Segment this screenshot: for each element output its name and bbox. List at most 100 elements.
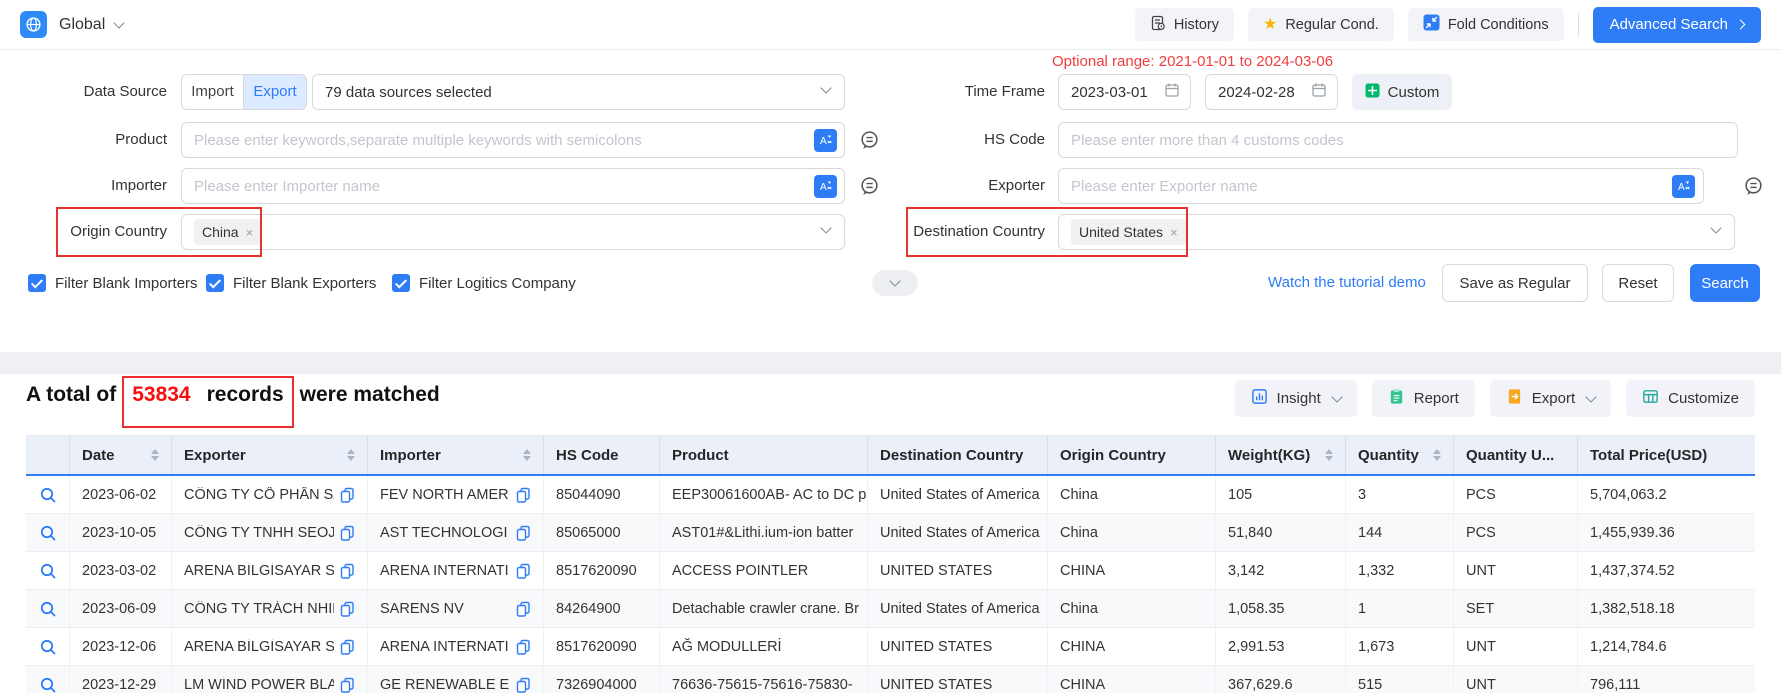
copy-icon[interactable] xyxy=(516,639,531,655)
app-window: Global History ★ Regular Cond. Fold Cond… xyxy=(0,0,1781,693)
sort-icon[interactable] xyxy=(1317,449,1333,461)
view-detail-icon[interactable] xyxy=(39,676,57,693)
copy-icon[interactable] xyxy=(516,487,531,503)
filter-logitics-company-checkbox[interactable]: Filter Logitics Company xyxy=(392,262,576,304)
insight-icon xyxy=(1251,388,1268,409)
sort-icon[interactable] xyxy=(143,449,159,461)
header-exporter[interactable]: Exporter xyxy=(172,436,368,474)
view-detail-icon[interactable] xyxy=(39,524,57,542)
region-selector[interactable]: Global xyxy=(59,16,123,34)
close-icon[interactable]: × xyxy=(1170,225,1178,240)
origin-country-select[interactable]: China × xyxy=(181,214,845,250)
copy-icon[interactable] xyxy=(340,601,355,617)
search-button[interactable]: Search xyxy=(1690,264,1760,302)
copy-icon[interactable] xyxy=(340,525,355,541)
table-header: Date Exporter Importer HS Code Product D… xyxy=(26,436,1755,476)
globe-icon xyxy=(20,11,47,38)
copy-icon[interactable] xyxy=(340,677,355,693)
exporter-input[interactable] xyxy=(1058,168,1704,204)
import-tab[interactable]: Import xyxy=(182,75,244,109)
country-tag: China × xyxy=(194,219,261,245)
collapse-form-toggle[interactable] xyxy=(872,270,918,296)
regular-cond-button[interactable]: ★ Regular Cond. xyxy=(1248,8,1394,41)
cell-exporter: CÔNG TY TRÁCH NHIÊ xyxy=(172,590,368,627)
copy-icon[interactable] xyxy=(516,677,531,693)
translate-icon[interactable]: A xyxy=(814,175,837,198)
table-row[interactable]: 2023-12-29 LM WİND POWER BLA GE RENEWABL… xyxy=(26,666,1755,693)
table-row[interactable]: 2023-12-06 ARENA BİLGİSAYAR S ARENA INTE… xyxy=(26,628,1755,666)
header-weight[interactable]: Weight(KG) xyxy=(1216,436,1346,474)
export-tab[interactable]: Export xyxy=(244,75,306,109)
copy-icon[interactable] xyxy=(340,487,355,503)
view-detail-icon[interactable] xyxy=(39,600,57,618)
custom-grid-icon xyxy=(1365,83,1380,102)
header-date[interactable]: Date xyxy=(70,436,172,474)
fold-conditions-button[interactable]: Fold Conditions xyxy=(1408,8,1564,41)
header-quantity[interactable]: Quantity xyxy=(1346,436,1454,474)
data-sources-select[interactable]: 79 data sources selected xyxy=(312,74,845,110)
copy-icon[interactable] xyxy=(340,639,355,655)
history-button[interactable]: History xyxy=(1135,8,1234,41)
cell-weight: 105 xyxy=(1216,476,1346,513)
cell-exporter: ARENA BİLGİSAYAR S xyxy=(172,552,368,589)
insight-button[interactable]: Insight xyxy=(1235,380,1357,417)
copy-icon[interactable] xyxy=(516,525,531,541)
cell-destination: United States of America xyxy=(868,590,1048,627)
table-row[interactable]: 2023-03-02 ARENA BİLGİSAYAR S ARENA INTE… xyxy=(26,552,1755,590)
exclude-filter-icon[interactable] xyxy=(858,129,881,152)
translate-icon[interactable]: A xyxy=(814,129,837,152)
copy-icon[interactable] xyxy=(516,601,531,617)
end-date-input[interactable]: 2024-02-28 xyxy=(1205,74,1338,110)
copy-icon[interactable] xyxy=(340,563,355,579)
cell-date: 2023-12-29 xyxy=(70,666,172,693)
calendar-icon xyxy=(1311,82,1327,102)
exclude-filter-icon[interactable] xyxy=(858,175,881,198)
checkbox-checked-icon xyxy=(392,274,410,292)
cell-date: 2023-12-06 xyxy=(70,628,172,665)
destination-country-label: Destination Country xyxy=(880,214,1045,250)
header-importer[interactable]: Importer xyxy=(368,436,544,474)
cell-weight: 1,058.35 xyxy=(1216,590,1346,627)
importer-input[interactable] xyxy=(181,168,845,204)
cell-product: 76636-75615-75616-75830- xyxy=(660,666,868,693)
destination-country-select[interactable]: United States × xyxy=(1058,214,1735,250)
cell-importer: AST TECHNOLOGI xyxy=(368,514,544,551)
region-label: Global xyxy=(59,16,105,34)
reset-button[interactable]: Reset xyxy=(1602,264,1674,302)
copy-icon[interactable] xyxy=(516,563,531,579)
header-quantity-unit: Quantity U... xyxy=(1454,436,1578,474)
cell-quantity-unit: PCS xyxy=(1454,514,1578,551)
view-detail-icon[interactable] xyxy=(39,638,57,656)
sort-icon[interactable] xyxy=(515,449,531,461)
data-source-toggle: Import Export xyxy=(181,74,307,110)
exclude-filter-icon[interactable] xyxy=(1742,175,1765,198)
tutorial-demo-link[interactable]: Watch the tutorial demo xyxy=(1268,262,1426,304)
calendar-icon xyxy=(1164,82,1180,102)
view-detail-icon[interactable] xyxy=(39,486,57,504)
chevron-down-icon xyxy=(820,222,831,233)
export-button[interactable]: Export xyxy=(1490,380,1611,417)
report-icon xyxy=(1388,388,1405,409)
start-date-input[interactable]: 2023-03-01 xyxy=(1058,74,1191,110)
save-as-regular-button[interactable]: Save as Regular xyxy=(1442,264,1588,302)
filter-blank-importers-checkbox[interactable]: Filter Blank Importers xyxy=(28,262,198,304)
table-row[interactable]: 2023-06-09 CÔNG TY TRÁCH NHIÊ SARENS NV … xyxy=(26,590,1755,628)
sort-icon[interactable] xyxy=(339,449,355,461)
cell-importer: GE RENEWABLE E xyxy=(368,666,544,693)
hs-code-input[interactable] xyxy=(1058,122,1738,158)
results-summary: A total of 53834 records were matched xyxy=(26,380,440,428)
filter-blank-exporters-checkbox[interactable]: Filter Blank Exporters xyxy=(206,262,376,304)
report-button[interactable]: Report xyxy=(1372,380,1475,417)
close-icon[interactable]: × xyxy=(246,225,254,240)
advanced-search-button[interactable]: Advanced Search xyxy=(1593,7,1761,43)
table-row[interactable]: 2023-10-05 CÔNG TY TNHH SEOJI AST TECHNO… xyxy=(26,514,1755,552)
sort-icon[interactable] xyxy=(1425,449,1441,461)
customize-button[interactable]: Customize xyxy=(1626,380,1755,417)
view-detail-icon[interactable] xyxy=(39,562,57,580)
table-row[interactable]: 2023-06-02 CÔNG TY CỔ PHẦN SẢ FEV NORTH … xyxy=(26,476,1755,514)
customize-columns-icon xyxy=(1642,388,1659,409)
product-input[interactable] xyxy=(181,122,845,158)
translate-icon[interactable]: A xyxy=(1672,175,1695,198)
cell-total-price: 5,704,063.2 xyxy=(1578,476,1755,513)
custom-range-button[interactable]: Custom xyxy=(1352,74,1452,110)
